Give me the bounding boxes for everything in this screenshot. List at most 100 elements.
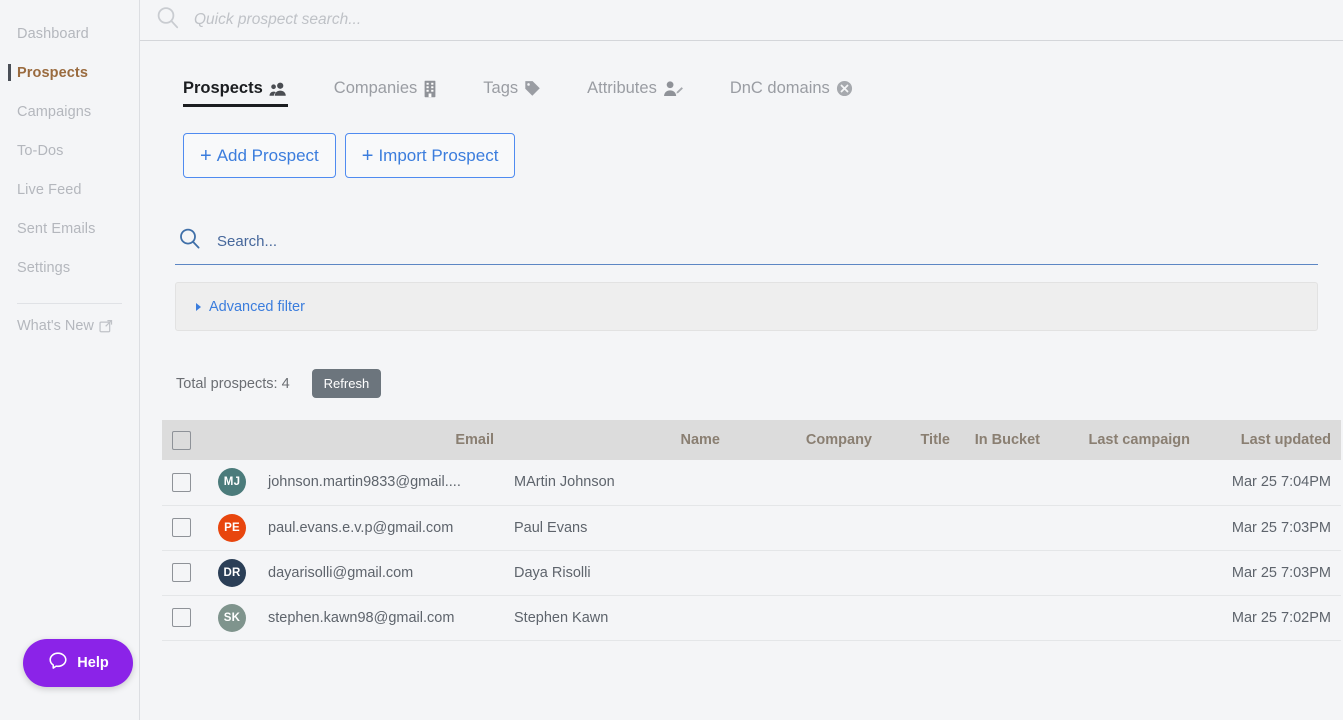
- table-row[interactable]: MJ johnson.martin9833@gmail.... MArtin J…: [162, 460, 1341, 506]
- cell-name: MArtin Johnson: [504, 460, 730, 506]
- cell-last-updated: Mar 25 7:02PM: [1200, 595, 1341, 641]
- total-prospects-label: Total prospects: 4: [176, 375, 290, 392]
- avatar: MJ: [218, 468, 246, 497]
- column-header-company[interactable]: Company: [730, 420, 882, 460]
- search-field[interactable]: Search...: [175, 226, 1318, 265]
- sidebar-item-live-feed[interactable]: Live Feed: [0, 170, 139, 209]
- sidebar-item-label: Prospects: [17, 64, 89, 81]
- tab-label: Prospects: [183, 79, 263, 97]
- cell-company: [730, 550, 882, 596]
- tab-tags[interactable]: Tags: [483, 79, 565, 107]
- select-all-checkbox[interactable]: [172, 430, 191, 450]
- cell-last-campaign: [1050, 595, 1200, 641]
- sidebar-item-sent-emails[interactable]: Sent Emails: [0, 209, 139, 248]
- cell-last-campaign: [1050, 460, 1200, 506]
- users-icon: [269, 81, 288, 97]
- chat-bubble-icon: [47, 650, 69, 676]
- prospects-table: Email Name Company Title In Bucket Last …: [162, 420, 1341, 641]
- cell-in-bucket: [960, 460, 1050, 506]
- avatar-cell: DR: [208, 550, 258, 596]
- row-checkbox[interactable]: [172, 608, 191, 627]
- sidebar-item-label: Live Feed: [17, 181, 82, 198]
- cell-email[interactable]: paul.evans.e.v.p@gmail.com: [258, 505, 504, 551]
- user-edit-icon: [663, 80, 684, 97]
- search-icon: [154, 4, 182, 37]
- tab-prospects[interactable]: Prospects: [183, 79, 312, 107]
- sidebar-item-label: Campaigns: [17, 103, 92, 120]
- cell-email[interactable]: dayarisolli@gmail.com: [258, 550, 504, 596]
- cell-email[interactable]: stephen.kawn98@gmail.com: [258, 595, 504, 641]
- cell-email[interactable]: johnson.martin9833@gmail....: [258, 460, 504, 506]
- cell-name: Stephen Kawn: [504, 595, 730, 641]
- advanced-filter-toggle[interactable]: Advanced filter: [175, 282, 1318, 331]
- column-header-email[interactable]: Email: [258, 420, 504, 460]
- cell-title: [882, 595, 960, 641]
- table-row[interactable]: PE paul.evans.e.v.p@gmail.com Paul Evans…: [162, 505, 1341, 551]
- column-header-last-updated[interactable]: Last updated: [1200, 420, 1341, 460]
- cell-title: [882, 505, 960, 551]
- sidebar-item-label: Sent Emails: [17, 220, 96, 237]
- cell-last-updated: Mar 25 7:03PM: [1200, 505, 1341, 551]
- tab-label: Tags: [483, 79, 519, 97]
- table-body: MJ johnson.martin9833@gmail.... MArtin J…: [162, 460, 1341, 641]
- tab-dnc-domains[interactable]: DnC domains: [730, 79, 877, 107]
- import-prospect-button[interactable]: + Import Prospect: [344, 133, 516, 178]
- add-prospect-label: Add Prospect: [216, 145, 319, 165]
- table-row[interactable]: DR dayarisolli@gmail.com Daya Risolli Ma…: [162, 550, 1341, 596]
- add-prospect-button[interactable]: + Add Prospect: [183, 133, 336, 178]
- help-button-label: Help: [77, 655, 109, 671]
- sidebar-divider: [17, 303, 122, 304]
- row-checkbox[interactable]: [172, 518, 191, 537]
- cell-last-updated: Mar 25 7:04PM: [1200, 460, 1341, 506]
- summary-row: Total prospects: 4 Refresh: [176, 369, 1329, 398]
- search-input[interactable]: Search...: [217, 233, 277, 250]
- cell-in-bucket: [960, 595, 1050, 641]
- plus-icon: +: [200, 144, 212, 167]
- sidebar-item-to-dos[interactable]: To-Dos: [0, 131, 139, 170]
- tab-label: Attributes: [587, 79, 657, 97]
- import-prospect-label: Import Prospect: [378, 145, 499, 165]
- sidebar-item-prospects[interactable]: Prospects: [0, 53, 139, 92]
- sidebar-item-label: To-Dos: [17, 142, 64, 159]
- sidebar-item-dashboard[interactable]: Dashboard: [0, 14, 139, 53]
- table-row[interactable]: SK stephen.kawn98@gmail.com Stephen Kawn…: [162, 595, 1341, 641]
- refresh-button[interactable]: Refresh: [311, 369, 382, 398]
- sidebar-item-campaigns[interactable]: Campaigns: [0, 92, 139, 131]
- row-select-cell: [162, 505, 208, 551]
- row-select-cell: [162, 595, 208, 641]
- column-header-last-campaign[interactable]: Last campaign: [1050, 420, 1200, 460]
- column-header-name[interactable]: Name: [504, 420, 730, 460]
- tab-companies[interactable]: Companies: [334, 79, 461, 107]
- tab-label: DnC domains: [729, 79, 830, 97]
- sidebar-item-settings[interactable]: Settings: [0, 248, 139, 287]
- help-button[interactable]: Help: [23, 639, 133, 687]
- quick-search-input[interactable]: Quick prospect search...: [194, 11, 361, 29]
- cell-last-campaign: [1050, 550, 1200, 596]
- x-circle-icon: [836, 80, 853, 97]
- row-checkbox[interactable]: [172, 563, 191, 582]
- cell-in-bucket: [960, 505, 1050, 551]
- active-indicator-bar: [8, 64, 11, 81]
- sidebar-item-label: What's New: [17, 318, 94, 334]
- tab-label: Companies: [333, 79, 418, 97]
- row-checkbox[interactable]: [172, 472, 191, 492]
- external-link-icon: [99, 319, 113, 333]
- main-column: Quick prospect search... Prospects Compa…: [140, 0, 1343, 720]
- cell-last-updated: Mar 25 7:03PM: [1200, 550, 1341, 596]
- sidebar-item-whats-new[interactable]: What's New: [0, 318, 139, 334]
- tab-bar: Prospects Companies Tags Attributes DnC …: [158, 41, 1329, 107]
- avatar: PE: [218, 513, 246, 542]
- building-icon: [423, 80, 437, 98]
- app-root: Dashboard Prospects Campaigns To-Dos Liv…: [0, 0, 1343, 720]
- cell-last-campaign: [1050, 505, 1200, 551]
- select-all-header: [162, 420, 208, 460]
- column-header-in-bucket[interactable]: In Bucket: [960, 420, 1050, 460]
- cell-name: Paul Evans: [504, 505, 730, 551]
- content-area: Prospects Companies Tags Attributes DnC …: [140, 41, 1343, 720]
- action-button-group: + Add Prospect + Import Prospect: [183, 133, 1329, 178]
- column-header-title[interactable]: Title: [882, 420, 960, 460]
- avatar: SK: [218, 603, 246, 632]
- triangle-right-icon: [196, 302, 201, 311]
- tab-attributes[interactable]: Attributes: [587, 79, 708, 107]
- row-select-cell: [162, 460, 208, 506]
